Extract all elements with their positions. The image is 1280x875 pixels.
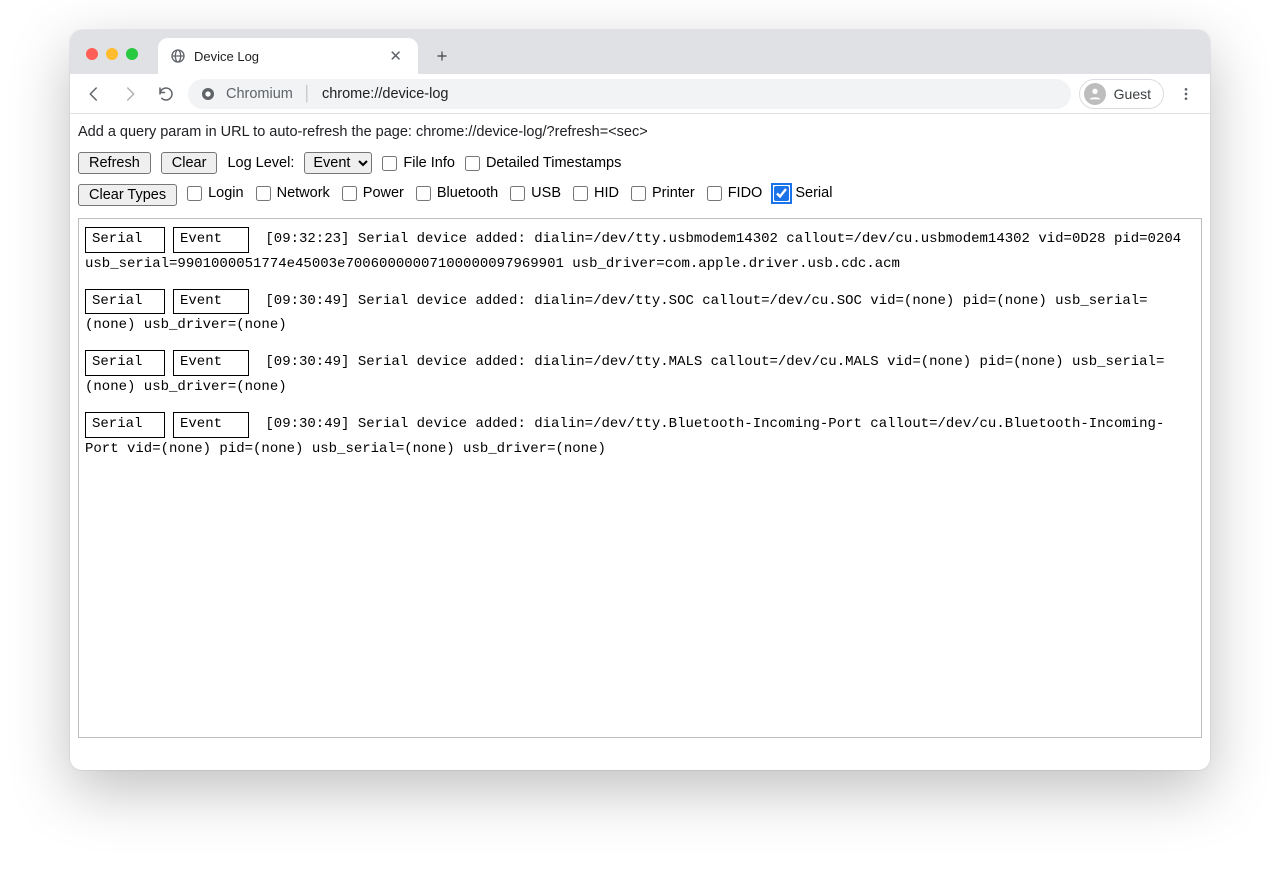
- type-filter-usb[interactable]: USB: [510, 185, 561, 201]
- log-entry: Serial Event [09:32:23] Serial device add…: [85, 227, 1195, 277]
- type-filter-power[interactable]: Power: [342, 185, 404, 201]
- controls-row-2: Clear Types Login Network Power Bluetooth US…: [76, 182, 1204, 214]
- type-filter-login-label: Login: [208, 185, 243, 201]
- type-filter-login[interactable]: Login: [187, 185, 243, 201]
- globe-icon: [170, 48, 186, 64]
- log-entry-category: Serial: [85, 289, 165, 315]
- log-entry-time: [09:30:49]: [257, 354, 358, 370]
- type-filter-network[interactable]: Network: [256, 185, 330, 201]
- page-content: Add a query param in URL to auto-refresh…: [70, 114, 1210, 770]
- type-filter-power-input[interactable]: [342, 186, 357, 201]
- window-zoom-button[interactable]: [126, 48, 138, 60]
- back-button[interactable]: [80, 80, 108, 108]
- detailed-timestamps-checkbox-input[interactable]: [465, 156, 480, 171]
- clear-button[interactable]: Clear: [161, 152, 218, 174]
- product-label: Chromium: [226, 86, 293, 102]
- log-entry-message: Serial device added: dialin=/dev/tty.usb…: [85, 231, 1181, 272]
- file-info-checkbox[interactable]: File Info: [382, 155, 455, 171]
- forward-button[interactable]: [116, 80, 144, 108]
- detailed-timestamps-checkbox[interactable]: Detailed Timestamps: [465, 155, 621, 171]
- log-entry: SerialEvent [09:30:49] Serial device add…: [85, 289, 1195, 339]
- type-filter-fido[interactable]: FIDO: [707, 185, 763, 201]
- type-filter-usb-input[interactable]: [510, 186, 525, 201]
- url-text: chrome://device-log: [322, 86, 449, 102]
- tab-close-button[interactable]: ✕: [385, 45, 406, 67]
- log-output: Serial Event [09:32:23] Serial device add…: [78, 218, 1202, 738]
- type-filter-bluetooth[interactable]: Bluetooth: [416, 185, 498, 201]
- refresh-button[interactable]: Refresh: [78, 152, 151, 174]
- profile-button[interactable]: Guest: [1079, 79, 1164, 109]
- log-entry: SerialEvent [09:30:49] Serial device add…: [85, 412, 1195, 462]
- type-filter-printer-label: Printer: [652, 185, 695, 201]
- tab-strip: Device Log ✕: [70, 30, 1210, 74]
- chrome-logo-icon: [200, 86, 216, 102]
- type-filter-network-label: Network: [277, 185, 330, 201]
- address-bar[interactable]: Chromium │ chrome://device-log: [188, 79, 1071, 109]
- log-entry: SerialEvent [09:30:49] Serial device add…: [85, 350, 1195, 400]
- menu-button[interactable]: [1172, 80, 1200, 108]
- log-level-select[interactable]: Event: [304, 152, 372, 174]
- type-filter-bluetooth-input[interactable]: [416, 186, 431, 201]
- type-filter-login-input[interactable]: [187, 186, 202, 201]
- type-filter-hid[interactable]: HID: [573, 185, 619, 201]
- log-entry-level: Event: [173, 412, 249, 438]
- detailed-timestamps-label: Detailed Timestamps: [486, 155, 621, 171]
- type-filter-serial-label: Serial: [795, 185, 832, 201]
- type-filter-network-input[interactable]: [256, 186, 271, 201]
- reload-button[interactable]: [152, 80, 180, 108]
- type-filter-serial-input[interactable]: [774, 186, 789, 201]
- log-entry-level: Event: [173, 350, 249, 376]
- type-filter-hid-input[interactable]: [573, 186, 588, 201]
- log-entry-category: Serial: [85, 350, 165, 376]
- avatar-icon: [1084, 83, 1106, 105]
- type-filter-hid-label: HID: [594, 185, 619, 201]
- type-filter-usb-label: USB: [531, 185, 561, 201]
- type-filter-bluetooth-label: Bluetooth: [437, 185, 498, 201]
- type-filter-fido-label: FIDO: [728, 185, 763, 201]
- tab-device-log[interactable]: Device Log ✕: [158, 38, 418, 74]
- controls-row-1: Refresh Clear Log Level: Event File Info…: [76, 150, 1204, 182]
- type-filter-serial[interactable]: Serial: [774, 185, 832, 201]
- log-entry-time: [09:30:49]: [257, 293, 358, 309]
- log-entry-level: Event: [173, 289, 249, 315]
- type-filter-printer-input[interactable]: [631, 186, 646, 201]
- file-info-label: File Info: [403, 155, 455, 171]
- log-level-label: Log Level:: [227, 155, 294, 171]
- log-entry-category: Serial: [85, 227, 165, 253]
- url-divider: │: [303, 86, 312, 102]
- type-filter-fido-input[interactable]: [707, 186, 722, 201]
- window-controls: [86, 48, 138, 60]
- log-entry-time: [09:30:49]: [257, 416, 358, 432]
- log-entry-time: [09:32:23]: [257, 231, 358, 247]
- log-entry-category: Serial: [85, 412, 165, 438]
- type-filter-printer[interactable]: Printer: [631, 185, 695, 201]
- new-tab-button[interactable]: [428, 42, 456, 70]
- browser-toolbar: Chromium │ chrome://device-log Guest: [70, 74, 1210, 114]
- profile-label: Guest: [1114, 86, 1151, 102]
- window-close-button[interactable]: [86, 48, 98, 60]
- file-info-checkbox-input[interactable]: [382, 156, 397, 171]
- type-filter-power-label: Power: [363, 185, 404, 201]
- tab-title: Device Log: [194, 49, 259, 64]
- clear-types-button[interactable]: Clear Types: [78, 184, 177, 206]
- window-minimize-button[interactable]: [106, 48, 118, 60]
- log-entry-level: Event: [173, 227, 249, 253]
- browser-window: Device Log ✕ Chromium │ chrome://device-…: [70, 30, 1210, 770]
- refresh-hint: Add a query param in URL to auto-refresh…: [76, 120, 1204, 150]
